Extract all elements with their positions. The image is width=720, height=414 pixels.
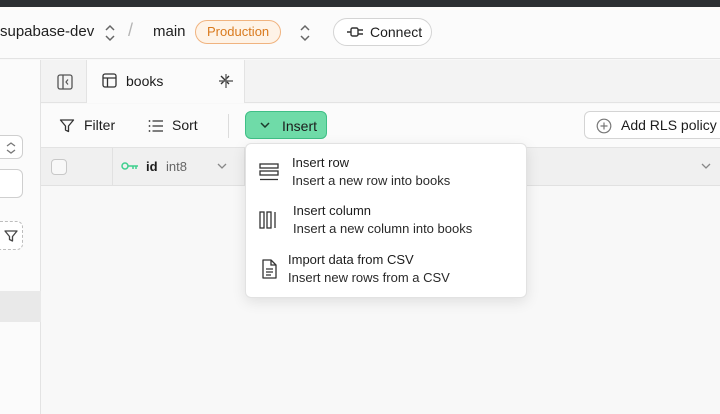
chevron-updown-icon[interactable] <box>103 23 117 43</box>
left-panel <box>0 60 41 414</box>
plug-icon <box>347 27 363 37</box>
filter-label: Filter <box>84 117 116 133</box>
add-rls-policy-button[interactable]: Add RLS policy <box>584 111 720 139</box>
table-toolbar: Filter Sort Insert Add RLS policy <box>41 104 720 148</box>
chevron-updown-icon <box>6 142 16 154</box>
rows-icon <box>259 163 279 181</box>
filter-icon <box>59 119 75 133</box>
top-strip <box>0 0 720 7</box>
breadcrumb-separator: / <box>128 20 134 40</box>
select-all-checkbox[interactable] <box>51 159 67 175</box>
table-icon <box>102 73 117 88</box>
connect-label: Connect <box>370 24 423 40</box>
insert-menu: Insert row Insert a new row into books I… <box>245 143 527 298</box>
menu-item-import-csv[interactable]: Import data from CSV Insert new rows fro… <box>246 252 526 298</box>
chevron-updown-icon[interactable] <box>298 23 312 43</box>
menu-item-insert-row[interactable]: Insert row Insert a new row into books <box>246 155 526 201</box>
tab-label: books <box>126 73 164 89</box>
menu-item-description: Insert new rows from a CSV <box>288 270 450 285</box>
insert-button[interactable]: Insert <box>245 111 327 139</box>
column-name: id <box>146 159 158 174</box>
list-icon <box>148 120 163 132</box>
sidebar-toggle-icon[interactable] <box>57 74 73 90</box>
connect-button[interactable]: Connect <box>333 18 432 46</box>
schema-select[interactable] <box>0 135 23 159</box>
header: supabase-dev / main Production Connect <box>0 7 720 59</box>
plus-circle-icon <box>596 118 612 134</box>
insert-label: Insert <box>282 118 318 134</box>
menu-item-insert-column[interactable]: Insert column Insert a new column into b… <box>246 203 526 249</box>
environment-badge: Production <box>195 20 282 44</box>
chevron-down-icon[interactable] <box>700 161 712 171</box>
column-type: int8 <box>166 159 187 174</box>
chevron-down-icon[interactable] <box>216 161 228 171</box>
column-divider <box>112 148 113 186</box>
chevron-down-icon <box>260 122 270 129</box>
plus-icon[interactable] <box>217 72 235 90</box>
menu-item-description: Insert a new row into books <box>292 173 451 188</box>
key-icon <box>121 162 138 170</box>
menu-item-description: Insert a new column into books <box>293 221 473 236</box>
menu-item-title: Import data from CSV <box>288 252 414 267</box>
sidebar-item-books[interactable] <box>0 291 41 322</box>
rls-label: Add RLS policy <box>621 117 717 133</box>
menu-item-title: Insert row <box>292 155 350 170</box>
project-name[interactable]: supabase-dev <box>0 23 94 40</box>
file-icon <box>262 259 277 279</box>
table-search-input[interactable] <box>0 169 23 198</box>
toolbar-divider <box>228 114 229 138</box>
sort-label: Sort <box>172 117 198 133</box>
columns-icon <box>259 211 276 229</box>
filter-tables-button[interactable] <box>0 221 23 250</box>
filter-icon <box>4 230 18 242</box>
branch-name[interactable]: main <box>153 23 186 40</box>
menu-item-title: Insert column <box>293 203 372 218</box>
tab-bar: books <box>41 60 720 103</box>
